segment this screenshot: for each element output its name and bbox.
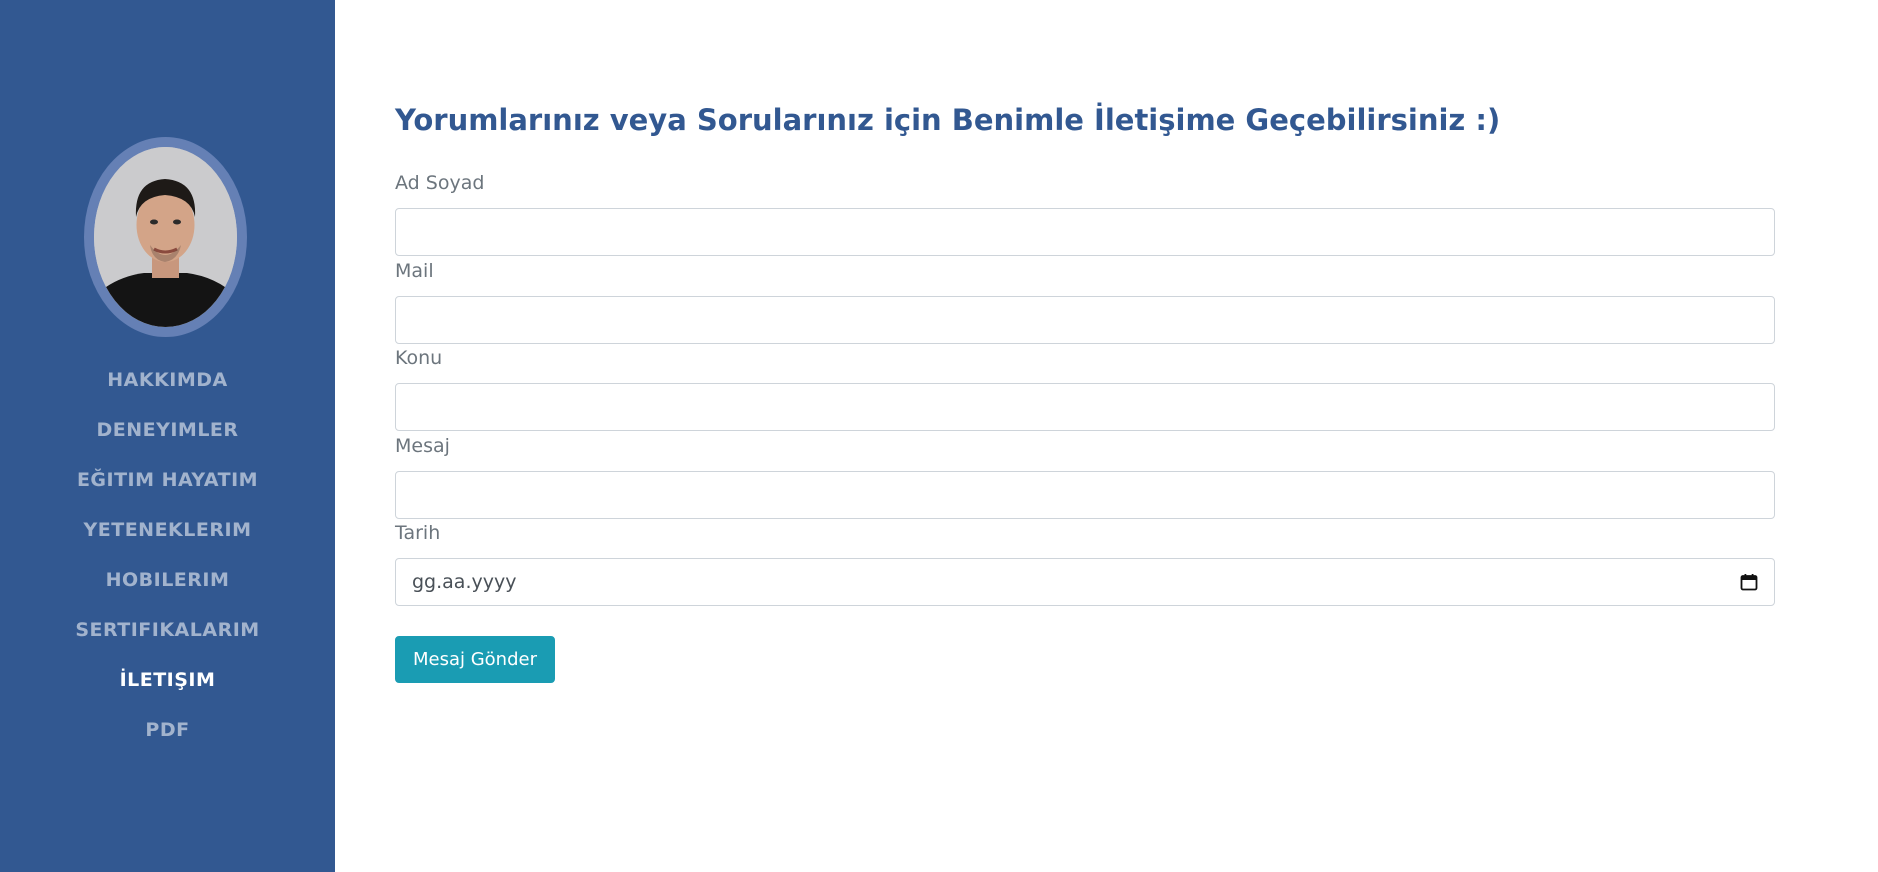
- date-input[interactable]: gg.aa.yyyy: [395, 558, 1775, 606]
- sidebar: HAKKIMDA DENEYIMLER EĞITIM HAYATIM YETEN…: [0, 0, 335, 872]
- avatar-frame: [84, 137, 247, 337]
- nav-link-iletisim[interactable]: İLETIŞIM: [120, 669, 216, 691]
- date-placeholder: gg.aa.yyyy: [412, 571, 517, 593]
- nav-link-pdf[interactable]: PDF: [145, 719, 189, 741]
- nav-link-sertifikalarim[interactable]: SERTIFIKALARIM: [75, 619, 259, 641]
- nav-link-yeteneklerim[interactable]: YETENEKLERIM: [84, 519, 252, 541]
- sidebar-item-egitim-hayatim: EĞITIM HAYATIM: [0, 455, 335, 505]
- name-input[interactable]: [395, 208, 1775, 256]
- message-label: Mesaj: [395, 435, 450, 457]
- calendar-icon[interactable]: [1740, 573, 1758, 591]
- avatar-portrait: [94, 147, 237, 327]
- message-input[interactable]: [395, 471, 1775, 519]
- date-label: Tarih: [395, 522, 441, 544]
- subject-input[interactable]: [395, 383, 1775, 431]
- send-message-button[interactable]: Mesaj Gönder: [395, 636, 555, 683]
- sidebar-item-iletisim: İLETIŞIM: [0, 655, 335, 705]
- name-label: Ad Soyad: [395, 172, 485, 194]
- mail-input[interactable]: [395, 296, 1775, 344]
- sidebar-item-hobilerim: HOBILERIM: [0, 555, 335, 605]
- avatar: [94, 147, 237, 327]
- nav-link-hakkimda[interactable]: HAKKIMDA: [107, 369, 228, 391]
- page-title: Yorumlarınız veya Sorularınız için Benim…: [395, 103, 1501, 137]
- sidebar-item-hakkimda: HAKKIMDA: [0, 355, 335, 405]
- sidebar-item-sertifikalarim: SERTIFIKALARIM: [0, 605, 335, 655]
- sidebar-item-yeteneklerim: YETENEKLERIM: [0, 505, 335, 555]
- nav-link-deneyimler[interactable]: DENEYIMLER: [96, 419, 238, 441]
- mail-label: Mail: [395, 260, 434, 282]
- nav-link-hobilerim[interactable]: HOBILERIM: [106, 569, 230, 591]
- nav-link-egitim-hayatim[interactable]: EĞITIM HAYATIM: [77, 469, 258, 491]
- sidebar-nav: HAKKIMDA DENEYIMLER EĞITIM HAYATIM YETEN…: [0, 355, 335, 755]
- subject-label: Konu: [395, 347, 443, 369]
- sidebar-item-pdf: PDF: [0, 705, 335, 755]
- sidebar-item-deneyimler: DENEYIMLER: [0, 405, 335, 455]
